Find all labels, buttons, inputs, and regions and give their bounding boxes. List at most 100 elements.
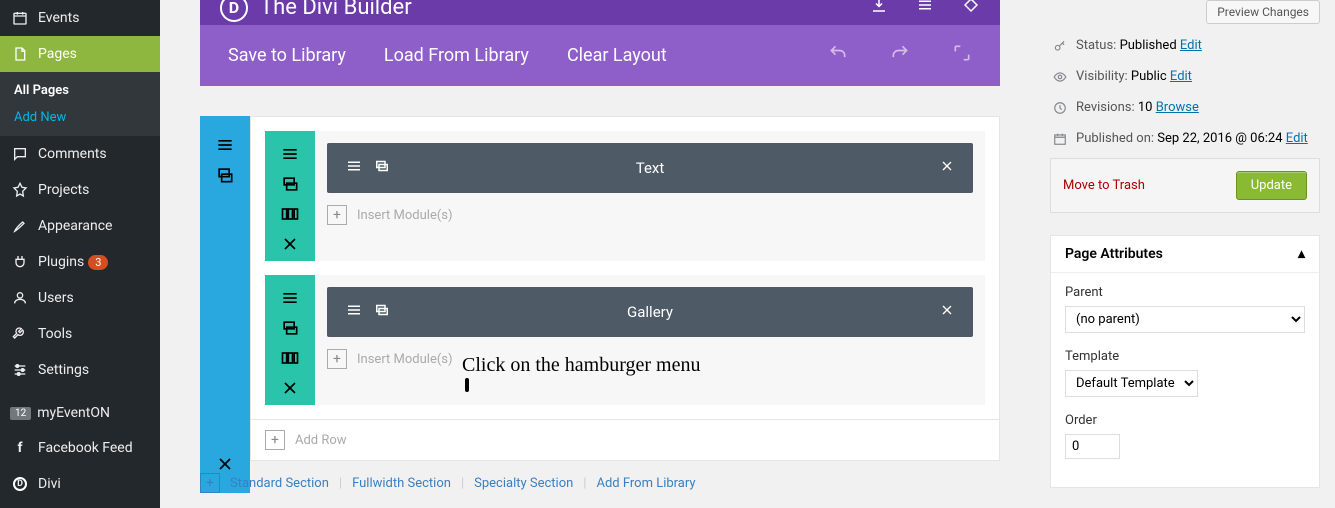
insert-module-label[interactable]: Insert Module(s) [357,208,453,223]
publish-actions: Move to Trash Update [1050,158,1320,213]
parent-select[interactable]: (no parent) [1065,306,1305,333]
sidebar-item-comments[interactable]: Comments [0,136,160,172]
add-from-library-link[interactable]: Add From Library [596,476,695,491]
specialty-section-link[interactable]: Specialty Section [474,476,573,491]
module-text[interactable]: Text [327,143,973,193]
save-to-library-button[interactable]: Save to Library [228,45,346,66]
sidebar-label: Plugins [38,254,84,270]
preview-changes-button[interactable]: Preview Changes [1206,0,1320,24]
user-icon [10,288,30,308]
sidebar-label: Facebook Feed [38,440,133,456]
divi-icon: D [10,474,30,494]
download-icon[interactable] [870,0,888,19]
visibility-edit-link[interactable]: Edit [1170,69,1192,84]
sidebar-sub-add-new[interactable]: Add New [0,104,160,131]
clear-layout-button[interactable]: Clear Layout [567,45,667,66]
section-toolbar [200,116,250,493]
row-close-icon[interactable] [277,231,303,257]
sidebar-label: Settings [38,362,89,378]
sidebar-item-divi[interactable]: D Divi [0,466,160,502]
right-panel: Preview Changes Status: Published Edit V… [1035,0,1335,508]
brush-icon [10,216,30,236]
row-copy-icon[interactable] [277,315,303,341]
template-select[interactable]: Default Template [1065,370,1198,397]
status-edit-link[interactable]: Edit [1180,38,1202,53]
sidebar-label: Events [38,10,79,26]
redo-icon[interactable] [890,43,910,68]
revisions-value: 10 [1138,100,1153,115]
visibility-row: Visibility: Public Edit [1050,61,1320,92]
sidebar-label: myEventON [37,405,110,421]
expand-icon[interactable] [952,43,972,68]
sidebar-item-plugins[interactable]: Plugins 3 [0,244,160,280]
row-block-2: Gallery + Insert Module(s) [265,275,985,405]
add-row-label[interactable]: Add Row [295,433,347,448]
module-title: Gallery [327,303,973,321]
sidebar-item-settings[interactable]: Settings [0,352,160,388]
panel-toggle-icon[interactable]: ▴ [1298,246,1305,262]
add-section-plus-icon[interactable]: + [200,473,220,493]
move-to-trash-link[interactable]: Move to Trash [1063,178,1145,193]
module-close-icon[interactable] [939,302,955,323]
visibility-label: Visibility: [1076,69,1128,84]
sidebar-item-facebook-feed[interactable]: f Facebook Feed [0,430,160,466]
module-gallery[interactable]: Gallery [327,287,973,337]
sidebar-item-appearance[interactable]: Appearance [0,208,160,244]
sidebar-item-events[interactable]: Events [0,0,160,36]
sidebar-item-myeventon[interactable]: 12 myEventON [0,396,160,430]
section-copy-icon[interactable] [212,162,238,188]
order-input[interactable] [1065,434,1120,459]
section-hamburger-icon[interactable] [212,132,238,158]
module-copy-icon[interactable] [373,157,391,179]
row-copy-icon[interactable] [277,171,303,197]
row-columns-icon[interactable] [277,201,303,227]
module-close-icon[interactable] [939,158,955,179]
sidebar-item-tools[interactable]: Tools [0,316,160,352]
undo-icon[interactable] [828,43,848,68]
row-hamburger-icon[interactable] [277,285,303,311]
published-edit-link[interactable]: Edit [1286,131,1308,146]
sidebar-item-pages[interactable]: Pages [0,36,160,72]
published-label: Published on: [1076,131,1154,146]
order-label: Order [1065,413,1305,428]
row-toolbar-1 [265,131,315,261]
row-toolbar-2 [265,275,315,405]
published-row: Published on: Sep 22, 2016 @ 06:24 Edit [1050,123,1320,154]
sliders-icon [10,360,30,380]
row-hamburger-icon[interactable] [277,141,303,167]
row-close-icon[interactable] [277,375,303,401]
add-row-line: + Add Row [250,420,1000,461]
sidebar-label: Users [38,290,74,306]
module-hamburger-icon[interactable] [345,157,363,179]
template-label: Template [1065,349,1305,364]
row-columns-icon[interactable] [277,345,303,371]
calendar-icon [10,8,30,28]
sidebar-item-projects[interactable]: Projects [0,172,160,208]
eye-icon [1050,70,1070,84]
plug-icon [10,252,30,272]
sidebar-label: Projects [38,182,89,198]
hamburger-icon[interactable] [916,0,934,19]
update-button[interactable]: Update [1236,171,1307,200]
fullwidth-section-link[interactable]: Fullwidth Section [352,476,451,491]
load-from-library-button[interactable]: Load From Library [384,45,529,66]
module-title: Text [327,159,973,177]
plugins-badge: 3 [88,255,108,270]
builder-body: Text + Insert Module(s) [200,116,1000,493]
standard-section-link[interactable]: Standard Section [230,476,329,491]
wrench-icon [10,324,30,344]
insert-module-plus-icon[interactable]: + [327,349,347,369]
sidebar-label: Pages [38,46,77,62]
add-row-plus-icon[interactable]: + [265,430,285,450]
module-copy-icon[interactable] [373,301,391,323]
revisions-row: Revisions: 10 Browse [1050,92,1320,123]
insert-module-label[interactable]: Insert Module(s) [357,352,453,367]
panel-title: Page Attributes [1065,246,1163,262]
sidebar-item-users[interactable]: Users [0,280,160,316]
tag-icon[interactable] [962,0,980,19]
revisions-browse-link[interactable]: Browse [1156,100,1199,115]
sidebar-sub-all-pages[interactable]: All Pages [0,77,160,104]
module-hamburger-icon[interactable] [345,301,363,323]
revisions-label: Revisions: [1076,100,1135,115]
insert-module-plus-icon[interactable]: + [327,205,347,225]
